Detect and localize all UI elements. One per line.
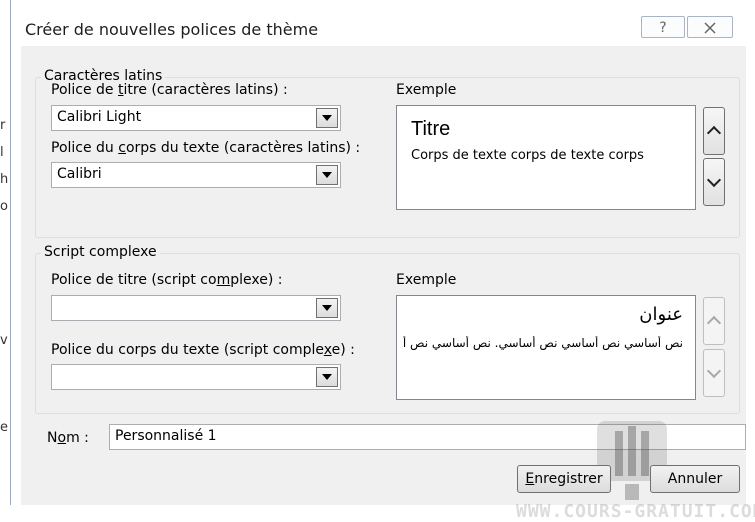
close-button[interactable]: [687, 16, 733, 38]
chevron-up-icon: [706, 315, 722, 331]
latin-body-font-select[interactable]: Calibri: [51, 162, 341, 188]
chevron-down-icon: [322, 115, 332, 121]
chevron-down-icon: [322, 172, 332, 178]
watermark-text: WWW.COURS-GRATUIT.COM: [516, 501, 755, 522]
chevron-down-icon: [322, 305, 332, 311]
complex-script-group: Script complexe Police de titre (script …: [35, 244, 740, 414]
dialog-body: Caractères latins Police de titre (carac…: [21, 46, 755, 522]
dropdown-button[interactable]: [316, 108, 338, 128]
complex-heading-font-select[interactable]: [51, 295, 341, 321]
latin-sample-preview: Titre Corps de texte corps de texte corp…: [396, 105, 696, 210]
background-text: o: [0, 199, 8, 214]
dropdown-button[interactable]: [316, 367, 338, 387]
latin-sample-body: Corps de texte corps de texte corps: [411, 148, 644, 163]
latin-heading-font-value: Calibri Light: [57, 109, 142, 125]
help-icon: ?: [659, 20, 667, 36]
complex-sample-title: عنوان: [639, 304, 683, 325]
background-text: l: [0, 145, 4, 160]
create-theme-fonts-dialog: Créer de nouvelles polices de thème ? Ca…: [10, 0, 755, 522]
background-text: h: [0, 172, 9, 187]
complex-sample-label: Exemple: [396, 272, 457, 288]
background-text: e: [0, 420, 8, 435]
complex-heading-font-label: Police de titre (script complexe) :: [51, 272, 283, 288]
chevron-down-icon: [706, 172, 722, 188]
dialog-title: Créer de nouvelles polices de thème: [25, 20, 319, 39]
save-button[interactable]: Enregistrer: [517, 465, 611, 493]
cancel-button[interactable]: Annuler: [650, 465, 740, 493]
latin-scroll-down-button[interactable]: [703, 158, 725, 206]
complex-scroll-up-button[interactable]: [703, 297, 725, 345]
latin-heading-font-select[interactable]: Calibri Light: [51, 105, 341, 131]
complex-body-font-select[interactable]: [51, 364, 341, 390]
background-text: r: [0, 118, 6, 133]
dropdown-button[interactable]: [316, 165, 338, 185]
name-input-value: Personnalisé 1: [115, 428, 217, 444]
latin-group: Caractères latins Police de titre (carac…: [35, 68, 740, 238]
title-bar: Créer de nouvelles polices de thème ?: [11, 0, 755, 44]
complex-sample-body: نص أساسي نص أساسي نص أساسي. نص أساسي نص …: [403, 336, 683, 350]
latin-scroll-up-button[interactable]: [703, 107, 725, 155]
complex-body-font-label: Police du corps du texte (script complex…: [51, 342, 355, 358]
help-button[interactable]: ?: [641, 16, 685, 38]
latin-heading-font-label: Police de titre (caractères latins) :: [51, 82, 288, 98]
complex-sample-preview: عنوان نص أساسي نص أساسي نص أساسي. نص أسا…: [396, 295, 696, 400]
chevron-down-icon: [322, 374, 332, 380]
complex-group-label: Script complexe: [41, 244, 160, 260]
latin-body-font-value: Calibri: [57, 166, 102, 182]
latin-sample-label: Exemple: [396, 82, 457, 98]
latin-body-font-label: Police du corps du texte (caractères lat…: [51, 140, 361, 156]
dropdown-button[interactable]: [316, 298, 338, 318]
complex-scroll-down-button[interactable]: [703, 349, 725, 397]
chevron-down-icon: [706, 363, 722, 379]
chevron-up-icon: [706, 125, 722, 141]
background-text: v: [0, 333, 8, 348]
latin-sample-title: Titre: [411, 118, 451, 140]
name-label: Nom :: [47, 430, 89, 446]
close-icon: [704, 22, 716, 34]
